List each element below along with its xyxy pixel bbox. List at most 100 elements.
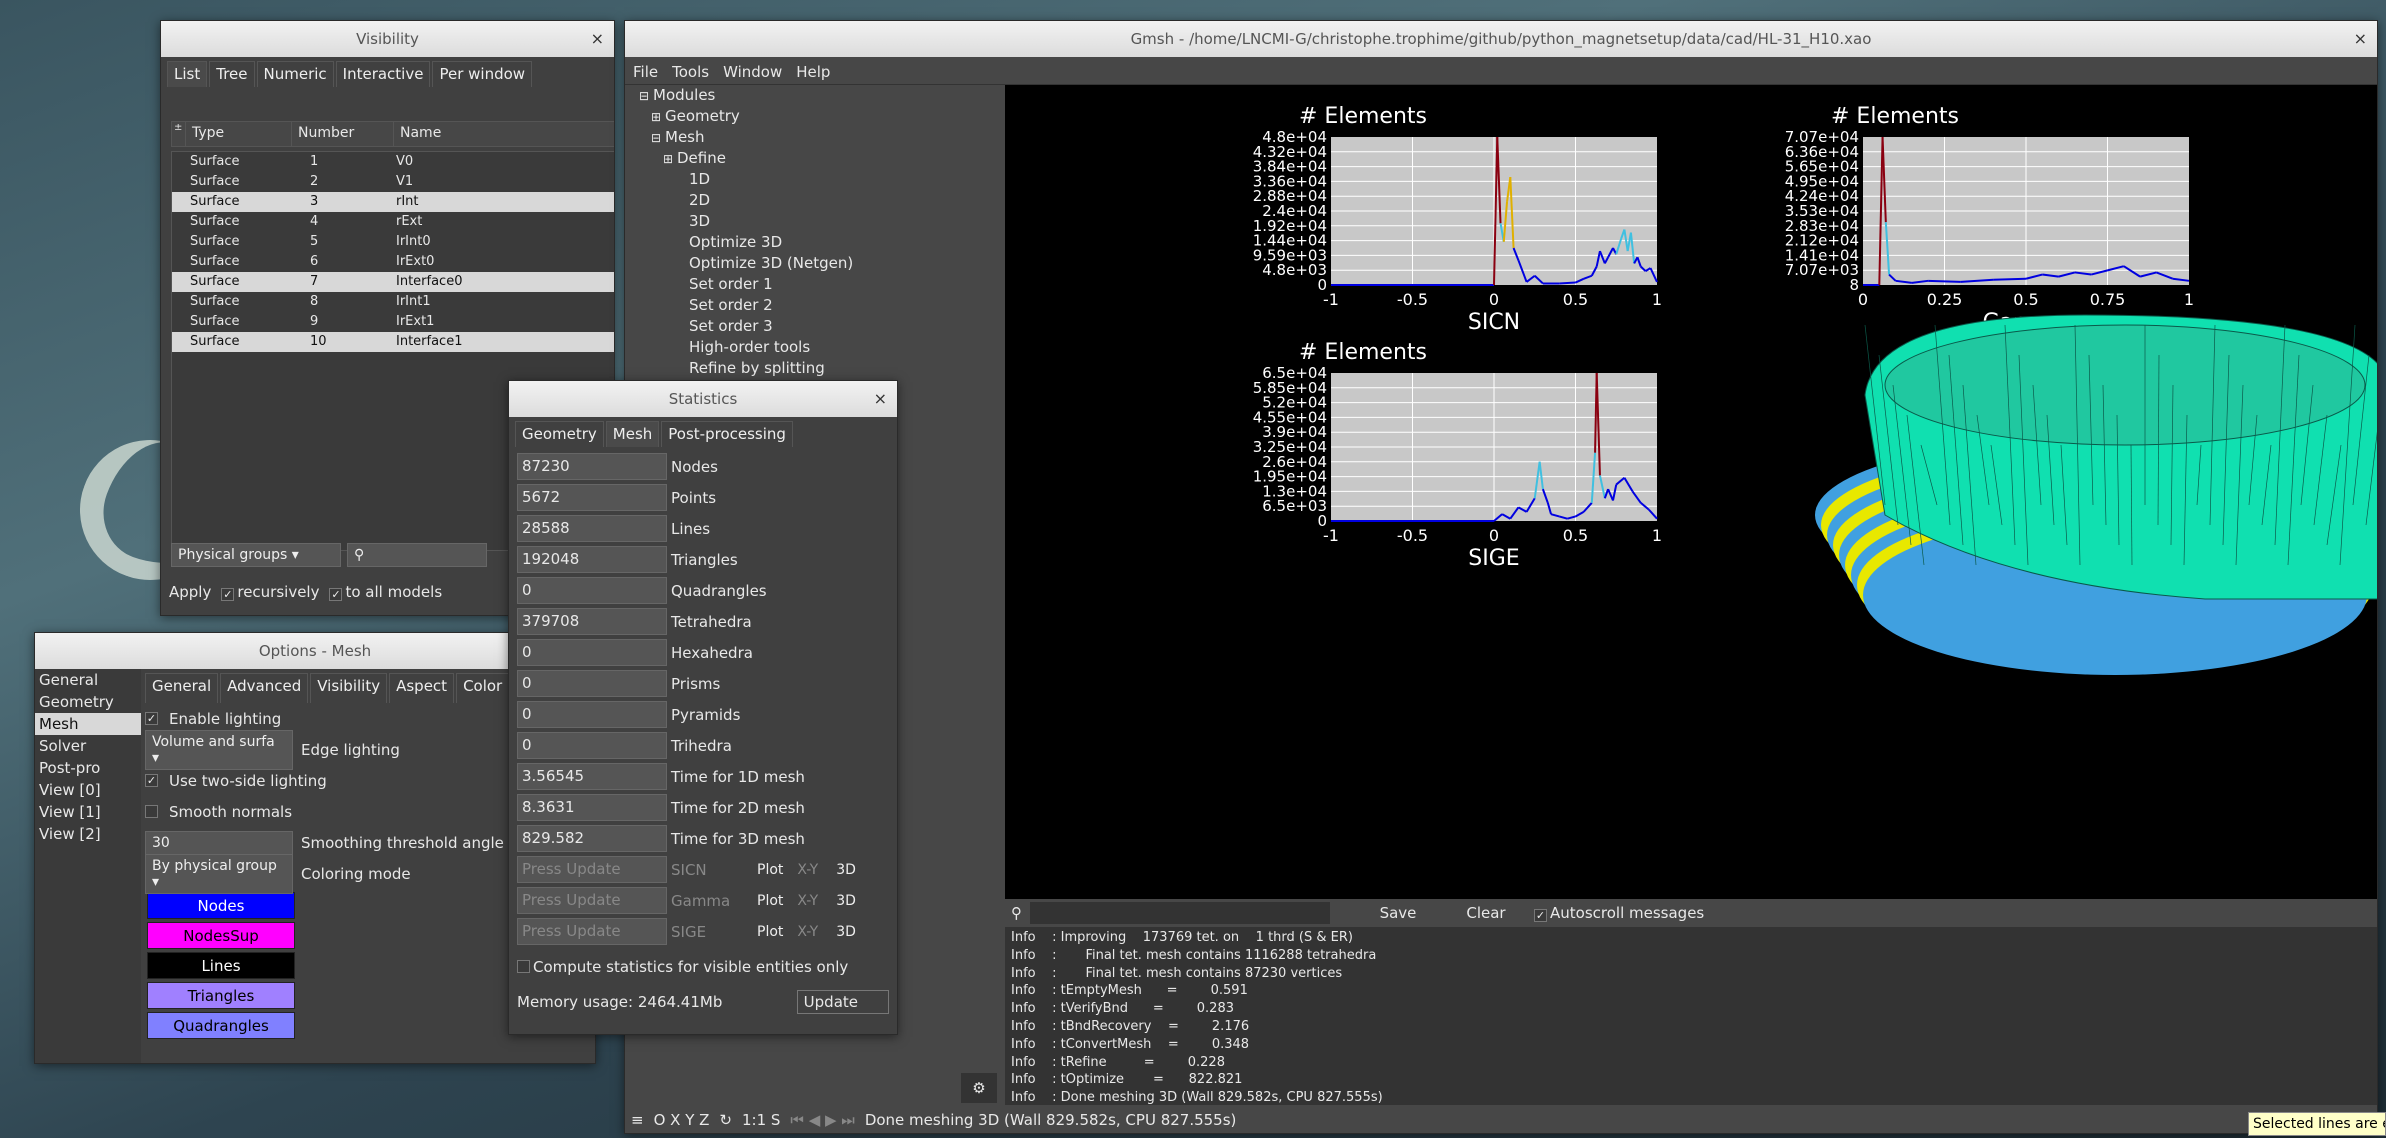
expander-icon[interactable]: ⊟ (651, 128, 665, 149)
nav-item[interactable]: Geometry (35, 691, 141, 713)
recursively-checkbox[interactable]: ✓ recursively (221, 583, 319, 601)
stat-value[interactable]: 0 (517, 670, 667, 697)
gear-icon[interactable]: ⚙ (961, 1073, 997, 1103)
table-row[interactable]: Surface 3 rInt (172, 192, 614, 212)
tree-item[interactable]: 1D (625, 169, 1003, 190)
edge-lighting-select[interactable]: Volume and surfa ▾ (145, 729, 293, 770)
stat-value[interactable]: 87230 (517, 453, 667, 480)
nav-item[interactable]: General (35, 669, 141, 691)
menu-item[interactable]: Tools (672, 63, 709, 81)
nav-item[interactable]: Mesh (35, 713, 141, 735)
close-icon[interactable]: × (2354, 21, 2367, 57)
color-button[interactable]: Lines (147, 952, 295, 979)
visibility-titlebar[interactable]: Visibility × (161, 21, 614, 57)
color-button[interactable]: Nodes (147, 892, 295, 919)
update-button[interactable]: Update (796, 990, 889, 1014)
all-models-checkbox[interactable]: ✓ to all models (329, 583, 442, 601)
tree-item[interactable]: ⊟ Mesh (625, 127, 1003, 148)
group-select[interactable]: Physical groups ▾ (171, 543, 341, 567)
table-row[interactable]: Surface 10 Interface1 (172, 332, 614, 352)
rotate-icon[interactable]: ↻ (719, 1111, 732, 1129)
message-log[interactable]: Info : Improving 173769 tet. on 1 thrd (… (1005, 927, 2377, 1127)
threshold-input[interactable]: 30 (145, 830, 293, 855)
xy-button[interactable]: X-Y (797, 862, 818, 878)
options-tab-1[interactable]: Advanced (220, 673, 309, 703)
menu-item[interactable]: Help (796, 63, 830, 81)
plot-button[interactable]: Plot (757, 924, 783, 940)
statistics-tab-0[interactable]: Geometry (515, 421, 604, 447)
sort-icon[interactable]: ± (172, 122, 186, 146)
tree-item[interactable]: 2D (625, 190, 1003, 211)
clear-button[interactable]: Clear (1446, 904, 1526, 922)
playback-icons[interactable]: ⏮ ◀ ▶ ⏭ (790, 1111, 854, 1129)
visibility-tab-3[interactable]: Interactive (335, 61, 431, 87)
coloring-select[interactable]: By physical group ▾ (145, 853, 293, 894)
col-number[interactable]: Number (292, 122, 394, 146)
table-row[interactable]: Surface 5 IrInt0 (172, 232, 614, 252)
message-filter-input[interactable] (1030, 902, 1330, 924)
stat-value[interactable]: 192048 (517, 546, 667, 573)
xy-button[interactable]: X-Y (797, 893, 818, 909)
plot-button[interactable]: Plot (757, 862, 783, 878)
visible-only-row[interactable]: Compute statistics for visible entities … (509, 951, 897, 982)
tree-item[interactable]: High-order tools (625, 337, 1003, 358)
close-icon[interactable]: × (591, 21, 604, 57)
menu-item[interactable]: Window (723, 63, 782, 81)
stat-value[interactable]: 0 (517, 701, 667, 728)
tree-item[interactable]: Refine by splitting (625, 358, 1003, 379)
tree-item[interactable]: ⊞ Define (625, 148, 1003, 169)
table-row[interactable]: Surface 8 IrInt1 (172, 292, 614, 312)
menu-icon[interactable]: ≡ (631, 1111, 644, 1129)
apply-button[interactable]: Apply (169, 583, 211, 601)
tree-item[interactable]: Optimize 3D (625, 232, 1003, 253)
stat-value[interactable]: 379708 (517, 608, 667, 635)
3d-button[interactable]: 3D (836, 862, 856, 878)
table-row[interactable]: Surface 1 V0 (172, 152, 614, 172)
3d-button[interactable]: 3D (836, 893, 856, 909)
color-button[interactable]: Quadrangles (147, 1012, 295, 1039)
options-tab-2[interactable]: Visibility (310, 673, 388, 703)
nav-item[interactable]: View [0] (35, 779, 141, 801)
table-row[interactable]: Surface 4 rExt (172, 212, 614, 232)
stat-value[interactable]: 5672 (517, 484, 667, 511)
nav-item[interactable]: View [2] (35, 823, 141, 845)
tree-item[interactable]: Set order 3 (625, 316, 1003, 337)
nav-item[interactable]: View [1] (35, 801, 141, 823)
stat-value[interactable]: 0 (517, 732, 667, 759)
statistics-tab-1[interactable]: Mesh (605, 421, 660, 447)
tree-item[interactable]: ⊟ Modules (625, 85, 1003, 106)
col-name[interactable]: Name (394, 122, 614, 146)
tree-item[interactable]: Optimize 3D (Netgen) (625, 253, 1003, 274)
color-button[interactable]: NodesSup (147, 922, 295, 949)
table-row[interactable]: Surface 7 Interface0 (172, 272, 614, 292)
stat-value[interactable]: 0 (517, 639, 667, 666)
stat-value[interactable]: 28588 (517, 515, 667, 542)
ratio-button[interactable]: 1:1 S (742, 1111, 780, 1129)
table-row[interactable]: Surface 2 V1 (172, 172, 614, 192)
search-input[interactable]: ⚲ (347, 543, 487, 567)
expander-icon[interactable]: ⊞ (663, 149, 677, 170)
stat-value[interactable]: 8.3631 (517, 794, 667, 821)
statistics-titlebar[interactable]: Statistics × (509, 381, 897, 417)
color-button[interactable]: Triangles (147, 982, 295, 1009)
visibility-tab-4[interactable]: Per window (432, 61, 533, 87)
nav-item[interactable]: Solver (35, 735, 141, 757)
3d-button[interactable]: 3D (836, 924, 856, 940)
save-button[interactable]: Save (1358, 904, 1438, 922)
expander-icon[interactable]: ⊞ (651, 107, 665, 128)
table-row[interactable]: Surface 6 IrExt0 (172, 252, 614, 272)
visibility-tab-0[interactable]: List (167, 61, 208, 87)
visibility-tab-2[interactable]: Numeric (256, 61, 334, 87)
stat-value[interactable]: 0 (517, 577, 667, 604)
axes-buttons[interactable]: O X Y Z (654, 1111, 710, 1129)
col-type[interactable]: Type (186, 122, 292, 146)
table-row[interactable]: Surface 9 IrExt1 (172, 312, 614, 332)
plot-button[interactable]: Plot (757, 893, 783, 909)
options-tab-4[interactable]: Color (456, 673, 510, 703)
tree-item[interactable]: Set order 1 (625, 274, 1003, 295)
tree-item[interactable]: ⊞ Geometry (625, 106, 1003, 127)
options-tab-3[interactable]: Aspect (389, 673, 455, 703)
xy-button[interactable]: X-Y (797, 924, 818, 940)
options-tab-0[interactable]: General (145, 673, 219, 703)
stat-value[interactable]: 829.582 (517, 825, 667, 852)
